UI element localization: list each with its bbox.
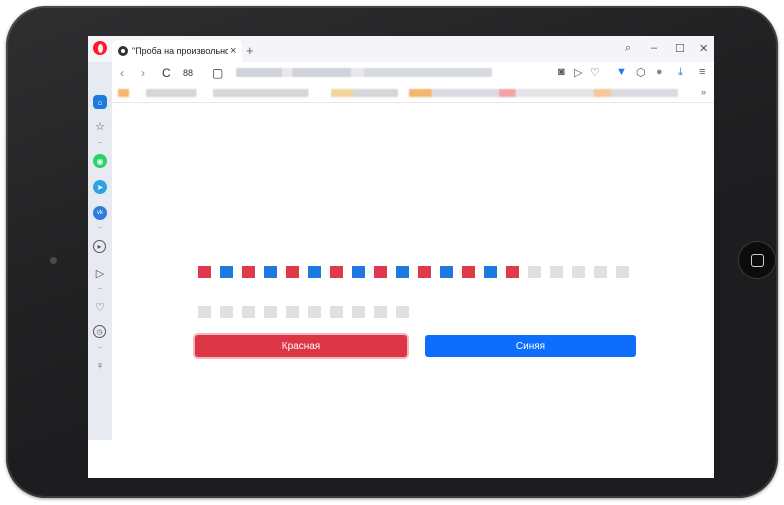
extension-icon[interactable]: ⬡ [636,66,646,79]
blue-square [396,266,409,278]
empty-square [220,306,233,318]
new-tab-button[interactable]: + [246,43,254,58]
sidebar: ⌂ ☆ ◉ ➤ vk ▸ ▷ ♡ ◷ ♀ [88,62,112,440]
back-button[interactable]: ‹ [120,66,124,80]
reload-button[interactable]: C [162,66,171,80]
browser-window: "Проба на произвольност × + ⌕ – ☐ ✕ ‹ › … [88,36,714,478]
whatsapp-icon[interactable]: ◉ [93,154,107,168]
heart-icon[interactable]: ♡ [590,66,600,79]
vk-icon[interactable]: vk [93,206,107,220]
forward-button[interactable]: › [141,66,145,80]
sidebar-divider [98,288,102,289]
minimize-button[interactable]: – [651,42,657,54]
send-icon[interactable]: ▷ [93,266,107,280]
bookmarks-list[interactable] [118,89,678,97]
red-button[interactable]: Красная [195,335,407,357]
bookmarks-more-button[interactable]: » [701,87,706,97]
heart-icon[interactable]: ♡ [93,300,107,314]
bookmarks-bar: » [88,84,714,103]
empty-square [396,306,409,318]
red-square [198,266,211,278]
browser-tab[interactable]: "Проба на произвольност × [112,40,242,62]
close-window-button[interactable]: ✕ [699,42,708,55]
sidebar-divider [98,227,102,228]
empty-square [616,266,629,278]
send-icon[interactable]: ▷ [574,66,582,79]
sidebar-divider [98,347,102,348]
red-square [506,266,519,278]
page-content: Красная Синяя [112,102,714,478]
blue-button[interactable]: Синяя [425,335,636,357]
speed-dial-button[interactable]: 88 [183,68,193,78]
blue-square [220,266,233,278]
tab-bar: "Проба на произвольност × + ⌕ – ☐ ✕ [88,36,714,62]
red-square [242,266,255,278]
blue-square [308,266,321,278]
camera [50,257,57,264]
empty-square [572,266,585,278]
profile-icon[interactable]: ● [656,66,663,78]
red-square [330,266,343,278]
trial-row-1 [198,266,629,278]
tips-icon[interactable]: ♀ [93,359,107,373]
blue-square [352,266,365,278]
history-icon[interactable]: ◷ [93,325,106,338]
download-icon[interactable]: ⤓ [678,66,683,79]
home-icon[interactable]: ⌂ [93,95,107,109]
page-info-icon[interactable]: ▢ [212,66,223,80]
cart-icon[interactable]: ▼ [616,66,627,78]
empty-square [528,266,541,278]
trial-row-2 [198,306,409,318]
empty-square [594,266,607,278]
empty-square [198,306,211,318]
tab-search-icon[interactable]: ⌕ [625,42,631,55]
menu-icon[interactable]: ≡ [699,66,705,78]
empty-square [352,306,365,318]
opera-logo-icon[interactable] [93,41,107,55]
empty-square [286,306,299,318]
tab-title: "Проба на произвольност [132,46,228,56]
address-bar: ‹ › C 88 ▢ ◙ ▷ ♡ ▼ ⬡ ● ⤓ ≡ [88,62,714,84]
empty-square [242,306,255,318]
url-field[interactable] [236,68,492,77]
telegram-icon[interactable]: ➤ [93,180,107,194]
empty-square [550,266,563,278]
red-square [462,266,475,278]
maximize-button[interactable]: ☐ [675,42,685,55]
camera-icon[interactable]: ◙ [558,66,565,78]
empty-square [308,306,321,318]
tab-close-icon[interactable]: × [230,45,236,57]
blue-square [264,266,277,278]
red-square [374,266,387,278]
home-button-icon [750,253,764,267]
red-square [286,266,299,278]
star-icon[interactable]: ☆ [93,119,107,133]
sidebar-divider [98,142,102,143]
tab-favicon-icon [118,46,128,56]
home-button[interactable] [739,242,775,278]
empty-square [264,306,277,318]
blue-square [484,266,497,278]
empty-square [374,306,387,318]
empty-square [330,306,343,318]
blue-square [440,266,453,278]
red-square [418,266,431,278]
player-icon[interactable]: ▸ [93,240,106,253]
